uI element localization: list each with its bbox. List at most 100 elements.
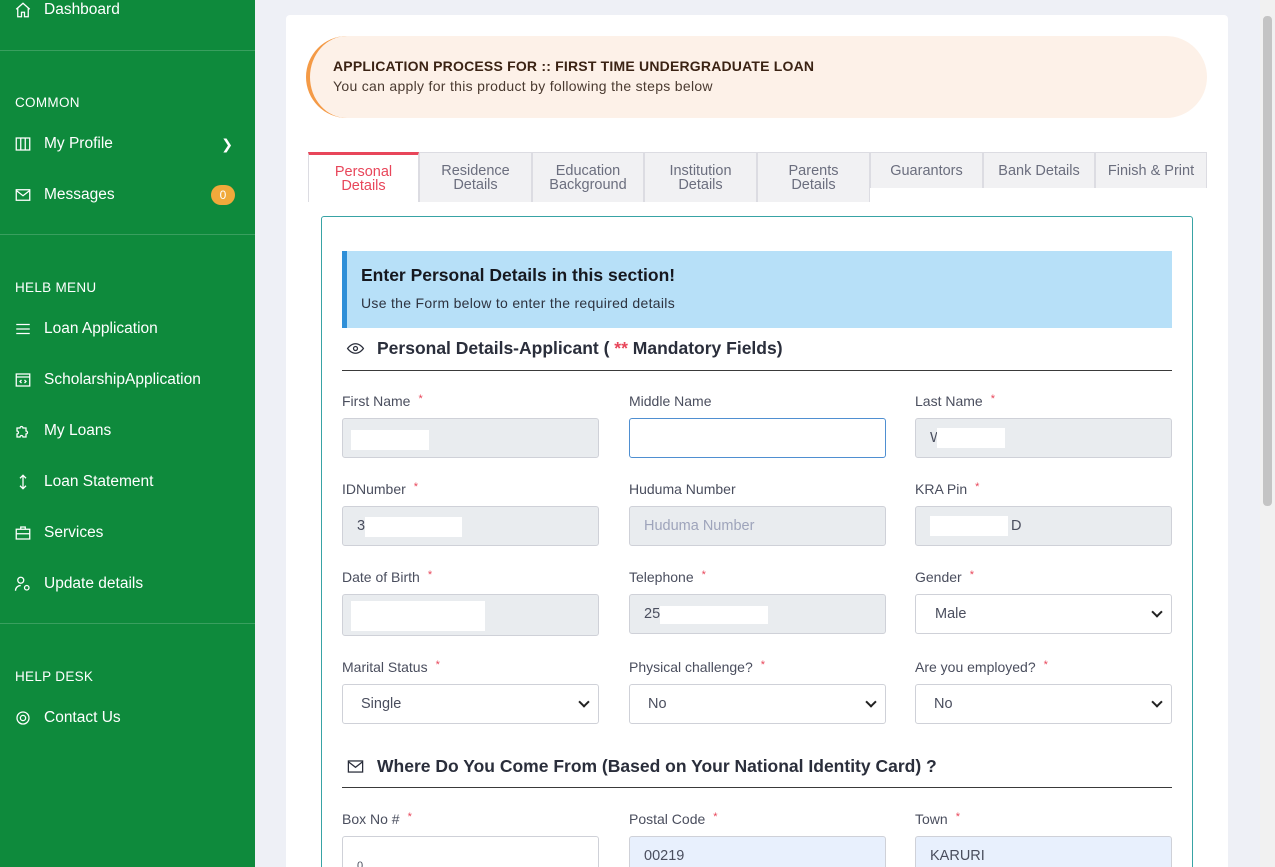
sidebar-item-scholarship-application[interactable]: ScholarshipApplication <box>0 360 255 400</box>
id-number-label: IDNumber * <box>342 481 419 497</box>
middle-name-label: Middle Name <box>629 393 712 409</box>
mail-icon <box>14 186 32 204</box>
sidebar-item-label: ScholarshipApplication <box>44 371 201 388</box>
page-scrollbar[interactable] <box>1260 0 1275 867</box>
box-no-field[interactable]: 0 <box>342 836 599 867</box>
tab-label: Bank Details <box>998 162 1080 179</box>
divider <box>0 50 255 51</box>
kra-pin-label: KRA Pin * <box>915 481 980 497</box>
briefcase-icon <box>14 524 32 542</box>
sidebar-heading-help-desk: HELP DESK <box>15 669 94 684</box>
tab-finish-print[interactable]: Finish & Print <box>1095 152 1207 188</box>
columns-icon <box>14 135 32 153</box>
physical-challenge-select[interactable]: No <box>629 684 886 724</box>
section-title-text: Where Do You Come From (Based on Your Na… <box>377 756 937 776</box>
huduma-number-label: Huduma Number <box>629 481 736 497</box>
banner-title: APPLICATION PROCESS FOR :: FIRST TIME UN… <box>333 58 815 74</box>
redaction <box>937 428 1005 448</box>
middle-name-field[interactable] <box>629 418 886 458</box>
sidebar-item-my-loans[interactable]: My Loans <box>0 411 255 451</box>
application-banner: APPLICATION PROCESS FOR :: FIRST TIME UN… <box>306 36 1207 118</box>
chevron-down-icon <box>578 696 590 708</box>
tab-label: Education <box>555 162 621 179</box>
first-name-label: First Name * <box>342 393 423 409</box>
sidebar-item-dashboard[interactable]: Dashboard <box>0 0 255 30</box>
sidebar-item-label: My Loans <box>44 422 112 439</box>
redaction <box>660 606 768 624</box>
dob-label: Date of Birth * <box>342 569 433 585</box>
tab-personal-details[interactable]: Personal Details <box>308 152 419 202</box>
sidebar-item-services[interactable]: Services <box>0 513 255 553</box>
gender-select[interactable]: Male <box>915 594 1172 634</box>
mail-icon <box>346 757 368 776</box>
sidebar-item-my-profile[interactable]: My Profile ❯ <box>0 124 255 164</box>
menu-icon <box>14 320 32 338</box>
redaction <box>365 517 462 537</box>
divider <box>0 623 255 624</box>
sidebar-heading-common: COMMON <box>15 95 80 110</box>
marital-status-select[interactable]: Single <box>342 684 599 724</box>
section-title-personal: Personal Details-Applicant ( ** Mandator… <box>346 338 783 359</box>
telephone-label: Telephone * <box>629 569 706 585</box>
tab-label: Parents <box>788 162 839 179</box>
employed-select[interactable]: No <box>915 684 1172 724</box>
marital-status-label: Marital Status * <box>342 659 440 675</box>
sidebar-item-label: Loan Statement <box>44 473 154 490</box>
sidebar-item-label: Loan Application <box>44 320 158 337</box>
tab-label: Details <box>453 176 498 193</box>
tab-guarantors[interactable]: Guarantors <box>870 152 983 188</box>
section-title-text: Mandatory Fields) <box>632 338 783 358</box>
section-divider <box>342 370 1172 371</box>
tab-residence-details[interactable]: Residence Details <box>419 152 532 202</box>
sidebar-item-contact-us[interactable]: Contact Us <box>0 698 255 738</box>
tab-label: Details <box>341 177 386 194</box>
tab-parents-details[interactable]: Parents Details <box>757 152 870 202</box>
tab-label: Background <box>549 176 627 193</box>
chevron-down-icon <box>1151 606 1163 618</box>
sidebar-item-loan-application[interactable]: Loan Application <box>0 309 255 349</box>
employed-label: Are you employed? * <box>915 659 1048 675</box>
scrollbar-thumb[interactable] <box>1263 16 1272 506</box>
banner-subtitle: You can apply for this product by follow… <box>333 78 713 94</box>
postal-code-field[interactable]: 00219 <box>629 836 886 867</box>
redaction <box>930 516 1008 536</box>
divider <box>0 234 255 235</box>
tab-label: Details <box>791 176 836 193</box>
sidebar-item-label: Messages <box>44 186 115 203</box>
redaction <box>351 601 485 631</box>
section-title-origin: Where Do You Come From (Based on Your Na… <box>346 756 937 777</box>
physical-challenge-label: Physical challenge? * <box>629 659 766 675</box>
box-no-label: Box No # * <box>342 811 412 827</box>
home-icon <box>14 1 32 19</box>
code-window-icon <box>14 371 32 389</box>
tab-bank-details[interactable]: Bank Details <box>983 152 1095 188</box>
gender-label: Gender * <box>915 569 974 585</box>
sidebar-item-label: Services <box>44 524 104 541</box>
chevron-down-icon <box>865 696 877 708</box>
town-field[interactable]: KARURI <box>915 836 1172 867</box>
sidebar-item-label: Contact Us <box>44 709 121 726</box>
sidebar-item-update-details[interactable]: Update details <box>0 564 255 604</box>
sidebar-item-loan-statement[interactable]: Loan Statement <box>0 462 255 502</box>
puzzle-icon <box>14 422 32 440</box>
tab-label: Personal <box>334 163 393 180</box>
sidebar-item-label: Dashboard <box>44 1 120 18</box>
info-heading: Enter Personal Details in this section! <box>361 265 676 285</box>
tab-label: Details <box>678 176 723 193</box>
huduma-number-field[interactable]: Huduma Number <box>629 506 886 546</box>
user-settings-icon <box>14 575 32 593</box>
info-text: Use the Form below to enter the required… <box>361 295 675 311</box>
postal-code-label: Postal Code * <box>629 811 718 827</box>
messages-count-badge: 0 <box>211 185 235 205</box>
section-title-text: Personal Details-Applicant ( <box>377 338 610 358</box>
eye-icon <box>346 339 368 358</box>
last-name-label: Last Name * <box>915 393 995 409</box>
info-alert: Enter Personal Details in this section! … <box>342 251 1172 328</box>
sidebar-item-messages[interactable]: Messages 0 <box>0 175 255 215</box>
tab-institution-details[interactable]: Institution Details <box>644 152 757 202</box>
tab-label: Guarantors <box>890 162 963 179</box>
sidebar-heading-helb-menu: HELB MENU <box>15 280 97 295</box>
arrows-vertical-icon <box>14 473 32 491</box>
tab-education-background[interactable]: Education Background <box>532 152 644 202</box>
tab-label: Institution <box>669 162 732 179</box>
